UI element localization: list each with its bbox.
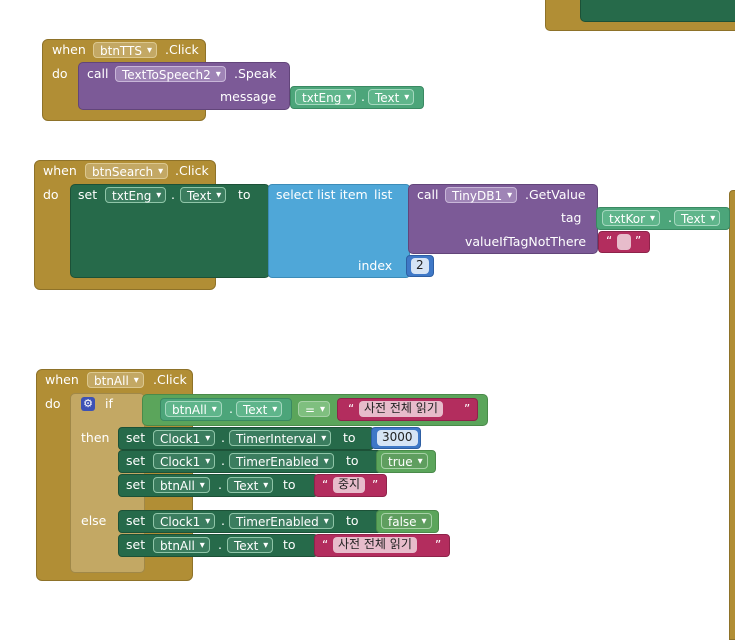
event-label: .Click — [165, 42, 199, 57]
setter-prop-dropdown[interactable]: TimerEnabled — [229, 453, 334, 470]
when-label: when — [45, 372, 79, 387]
interval-value-field[interactable]: 3000 — [377, 430, 418, 446]
else-label: else — [81, 513, 107, 528]
then-label: then — [81, 430, 110, 445]
to-label: to — [283, 537, 296, 552]
method-label: .GetValue — [525, 187, 586, 202]
value-if-not-there-label: valueIfTagNotThere — [465, 234, 587, 249]
to-label: to — [343, 430, 356, 445]
to-label: to — [283, 477, 296, 492]
method-label: .Speak — [234, 66, 277, 81]
event-label: .Click — [175, 163, 209, 178]
setter-component-dropdown[interactable]: btnAll — [153, 477, 210, 494]
setter-component-dropdown[interactable]: Clock1 — [153, 513, 216, 530]
set-label: set — [78, 187, 98, 202]
to-label: to — [346, 453, 359, 468]
boolean-dropdown[interactable]: false — [381, 513, 432, 530]
cond-prop-dropdown[interactable]: Text — [236, 401, 283, 418]
param-label: message — [220, 89, 277, 104]
quote-open: “ — [348, 402, 355, 416]
target-dropdown[interactable]: TextToSpeech2 — [115, 66, 226, 83]
when-label: when — [43, 163, 77, 178]
setter-component-dropdown[interactable]: Clock1 — [153, 453, 216, 470]
set-prop-dropdown[interactable]: Text — [180, 187, 227, 204]
index-value-field[interactable]: 2 — [411, 258, 429, 274]
event-label: .Click — [153, 372, 187, 387]
set-label: set — [126, 513, 146, 528]
db-dropdown[interactable]: TinyDB1 — [445, 187, 518, 204]
setter-prop-dropdown[interactable]: TimerInterval — [229, 430, 332, 447]
component-dropdown[interactable]: btnSearch — [85, 163, 169, 180]
setter-prop-dropdown[interactable]: Text — [227, 537, 274, 554]
dot-label: . — [361, 89, 365, 104]
do-label: do — [43, 187, 59, 202]
dot-label: . — [171, 187, 175, 202]
operator-dropdown[interactable]: = — [298, 401, 331, 418]
index-label: index — [358, 258, 393, 273]
dot-label: . — [218, 537, 222, 552]
setter-component-dropdown[interactable]: btnAll — [153, 537, 210, 554]
tag-component-dropdown[interactable]: txtKor — [602, 210, 661, 227]
quote-open: “ — [322, 478, 329, 492]
set-component-dropdown[interactable]: txtEng — [105, 187, 167, 204]
quote-close: ” — [372, 478, 379, 492]
list-label: list — [374, 187, 393, 202]
dot-label: . — [221, 453, 225, 468]
arg-prop-dropdown[interactable]: Text — [368, 89, 415, 106]
cond-string-field[interactable]: 사전 전체 읽기 — [359, 401, 443, 417]
dot-label: . — [218, 477, 222, 492]
set-label: set — [126, 477, 146, 492]
select-label: select list item — [276, 187, 368, 202]
to-label: to — [346, 513, 359, 528]
dot-label: . — [221, 513, 225, 528]
quote-close: ” — [635, 234, 642, 248]
dot-label: . — [668, 210, 672, 225]
tag-label: tag — [561, 210, 582, 225]
do-label: do — [45, 396, 61, 411]
empty-string-field[interactable] — [617, 234, 631, 250]
setter-prop-dropdown[interactable]: TimerEnabled — [229, 513, 334, 530]
component-dropdown[interactable]: btnAll — [87, 372, 144, 389]
do-label: do — [52, 66, 68, 81]
set-label: set — [126, 537, 146, 552]
to-label: to — [238, 187, 251, 202]
boolean-dropdown[interactable]: true — [381, 453, 428, 470]
partial-setter-block[interactable] — [580, 0, 735, 22]
dot-label: . — [229, 401, 233, 416]
setter-component-dropdown[interactable]: Clock1 — [153, 430, 216, 447]
set-label: set — [126, 430, 146, 445]
quote-open: “ — [322, 538, 329, 552]
call-label: call — [417, 187, 439, 202]
quote-close: ” — [464, 402, 471, 416]
when-label: when — [52, 42, 86, 57]
stop-string-field[interactable]: 중지 — [333, 477, 366, 493]
quote-close: ” — [435, 538, 442, 552]
set-label: set — [126, 453, 146, 468]
arg-component-dropdown[interactable]: txtEng — [295, 89, 357, 106]
partial-right-block[interactable] — [729, 190, 735, 640]
dot-label: . — [221, 430, 225, 445]
read-all-string-field[interactable]: 사전 전체 읽기 — [333, 537, 417, 553]
cond-component-dropdown[interactable]: btnAll — [165, 401, 222, 418]
if-label: if — [105, 396, 113, 411]
tag-prop-dropdown[interactable]: Text — [674, 210, 721, 227]
component-dropdown[interactable]: btnTTS — [93, 42, 157, 59]
call-label: call — [87, 66, 109, 81]
gear-icon[interactable]: ⚙ — [81, 397, 95, 411]
setter-prop-dropdown[interactable]: Text — [227, 477, 274, 494]
quote-open: “ — [606, 234, 613, 248]
